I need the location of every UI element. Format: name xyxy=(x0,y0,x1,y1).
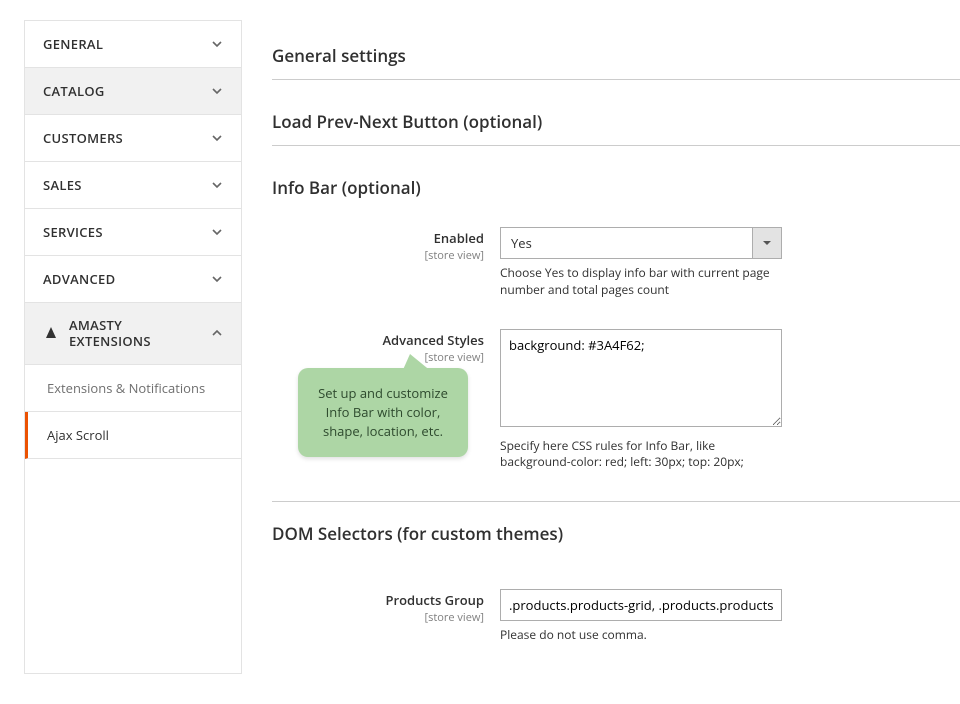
chevron-down-icon xyxy=(211,38,223,50)
enabled-select[interactable]: Yes xyxy=(500,227,782,259)
advanced-styles-textarea[interactable] xyxy=(500,329,782,427)
styles-label: Advanced Styles xyxy=(382,331,484,349)
enabled-note: Choose Yes to display info bar with curr… xyxy=(500,265,782,299)
dom-fieldset: Products Group [store view] Please do no… xyxy=(272,557,960,674)
chevron-down-icon xyxy=(211,226,223,238)
amasty-logo-icon xyxy=(43,325,59,341)
section-dom-selectors[interactable]: DOM Selectors (for custom themes) xyxy=(272,501,960,557)
enabled-select-value: Yes xyxy=(500,227,752,259)
section-load-prev-next[interactable]: Load Prev-Next Button (optional) xyxy=(272,98,960,146)
chevron-up-icon xyxy=(211,327,223,339)
tooltip-callout: Set up and customize Info Bar with color… xyxy=(298,368,468,457)
nav-subitem-extensions-notifications[interactable]: Extensions & Notifications xyxy=(25,365,241,412)
products-group-input[interactable] xyxy=(500,589,782,621)
chevron-down-icon xyxy=(211,132,223,144)
chevron-down-icon xyxy=(211,273,223,285)
nav-item-sales[interactable]: Sales xyxy=(25,162,241,209)
pgroup-label: Products Group xyxy=(385,591,484,609)
nav-item-services[interactable]: Services xyxy=(25,209,241,256)
nav-item-general[interactable]: General xyxy=(25,21,241,68)
caret-down-icon xyxy=(763,239,771,247)
nav-label: Catalog xyxy=(43,82,105,100)
field-enabled: Enabled [store view] Yes Choose Yes to d… xyxy=(272,227,960,299)
nav-label: Services xyxy=(43,223,103,241)
nav-item-advanced[interactable]: Advanced xyxy=(25,256,241,303)
scope-label: [store view] xyxy=(272,610,484,625)
styles-note: Specify here CSS rules for Info Bar, lik… xyxy=(500,438,782,472)
config-tabs-sidebar: General Catalog Customers Sales Services… xyxy=(24,20,242,674)
select-toggle-button[interactable] xyxy=(752,227,782,259)
nav-item-amasty-extensions[interactable]: Amasty Extensions xyxy=(25,303,241,365)
main-content: General settings Load Prev-Next Button (… xyxy=(242,0,960,674)
nav-item-catalog[interactable]: Catalog xyxy=(25,68,241,115)
section-general-settings[interactable]: General settings xyxy=(272,32,960,80)
infobar-fieldset: Enabled [store view] Yes Choose Yes to d… xyxy=(272,211,960,501)
nav-label: Customers xyxy=(43,129,123,147)
scope-label: [store view] xyxy=(272,350,484,365)
nav-label: Advanced xyxy=(43,270,115,288)
scope-label: [store view] xyxy=(272,248,484,263)
nav-item-customers[interactable]: Customers xyxy=(25,115,241,162)
chevron-down-icon xyxy=(211,179,223,191)
chevron-down-icon xyxy=(211,85,223,97)
pgroup-note: Please do not use comma. xyxy=(500,627,782,644)
enabled-label: Enabled xyxy=(434,229,484,247)
section-info-bar[interactable]: Info Bar (optional) xyxy=(272,164,960,211)
nav-subitem-ajax-scroll[interactable]: Ajax Scroll xyxy=(25,412,241,459)
nav-label: General xyxy=(43,35,103,53)
field-products-group: Products Group [store view] Please do no… xyxy=(272,589,960,644)
nav-label: Sales xyxy=(43,176,82,194)
nav-label: Amasty Extensions xyxy=(69,317,151,350)
